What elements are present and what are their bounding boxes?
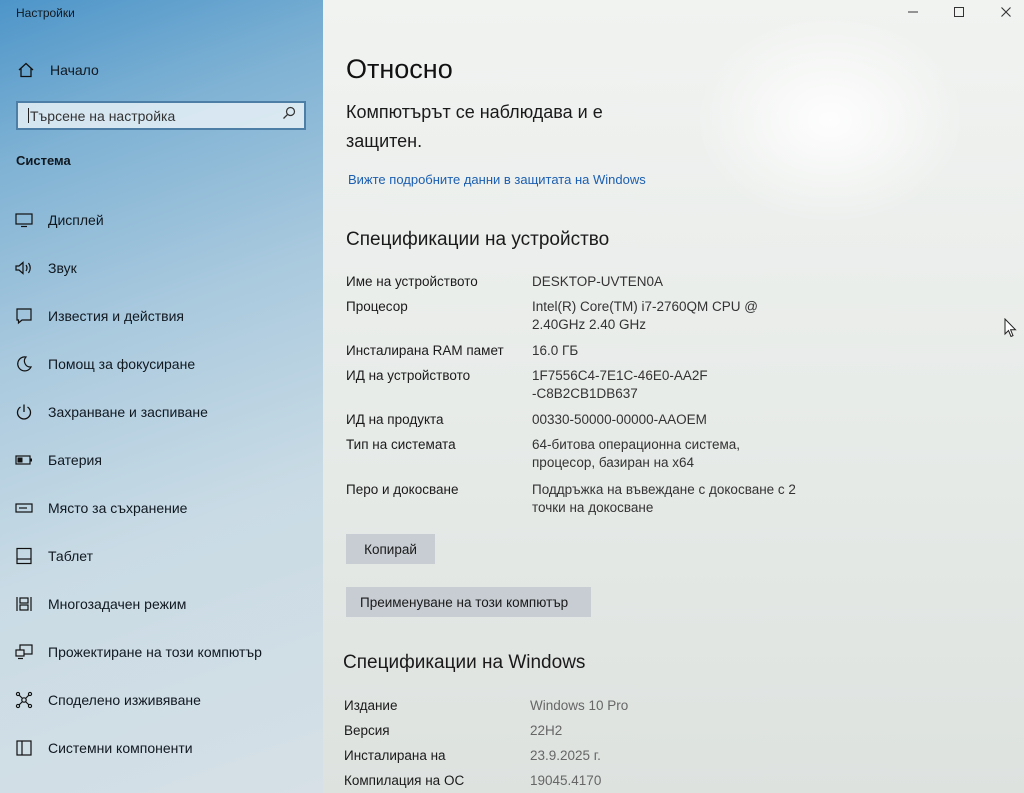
spec-label: Тип на системата [346, 437, 456, 452]
spec-value: 64-битова операционна система, процесор,… [532, 437, 741, 470]
spec-label: ИД на продукта [346, 412, 444, 427]
spec-value: 1F7556C4-7E1C-46E0-AA2F-C8B2CB1DB637 [532, 368, 708, 401]
security-details-link[interactable]: Вижте подробните данни в защитата на Win… [348, 172, 646, 187]
sidebar-item-system-components[interactable]: Системни компоненти [12, 724, 312, 772]
sidebar-item-label: Таблет [48, 548, 94, 564]
spec-value: Windows 10 Pro [530, 698, 629, 713]
sidebar-item-power-sleep[interactable]: Захранване и заспиване [12, 388, 312, 436]
spec-value: Поддръжка на въвеждане с докосване с 2 т… [532, 482, 796, 515]
sidebar-item-display[interactable]: Дисплей [12, 196, 312, 244]
home-label: Начало [50, 62, 99, 78]
spec-label: Версия [344, 723, 390, 738]
sidebar: Настройки Начало Търсене на настройка Си… [0, 0, 323, 793]
windows-specs-heading: Спецификации на Windows [343, 652, 586, 673]
spec-label: ИД на устройството [346, 368, 471, 383]
sidebar-item-label: Батерия [48, 452, 102, 468]
sidebar-item-label: Споделено изживяване [48, 692, 201, 708]
window-title: Настройки [16, 6, 75, 20]
tablet-icon [14, 546, 34, 566]
sidebar-item-notifications[interactable]: Известия и действия [12, 292, 312, 340]
components-icon [14, 738, 34, 758]
sidebar-item-label: Известия и действия [48, 308, 184, 324]
spec-value: 23.9.2025 г. [530, 748, 601, 763]
sound-icon [14, 258, 34, 278]
spec-label: Инсталирана RAM памет [346, 343, 504, 358]
search-input[interactable]: Търсене на настройка [28, 108, 282, 124]
spec-value: DESKTOP-UVTEN0A [532, 274, 664, 289]
storage-icon [14, 498, 34, 518]
sidebar-item-label: Помощ за фокусиране [48, 356, 196, 372]
search-box[interactable]: Търсене на настройка [16, 101, 306, 130]
about-page: Относно Компютърът се наблюдава и е защи… [343, 0, 986, 793]
sidebar-item-focus-assist[interactable]: Помощ за фокусиране [12, 340, 312, 388]
search-icon[interactable] [282, 106, 296, 125]
display-icon [14, 210, 34, 230]
spec-label: Издание [344, 698, 398, 713]
sidebar-item-sound[interactable]: Звук [12, 244, 312, 292]
sidebar-item-shared-experiences[interactable]: Споделено изживяване [12, 676, 312, 724]
spec-value: 00330-50000-00000-AAOEM [532, 412, 707, 427]
spec-label: Перо и докосване [346, 482, 459, 497]
sidebar-item-label: Място за съхранение [48, 500, 188, 516]
spec-label: Инсталирана на [344, 748, 446, 763]
moon-icon [14, 354, 34, 374]
copy-button[interactable]: Копирай [346, 534, 435, 564]
sidebar-item-label: Системни компоненти [48, 740, 193, 756]
spec-label: Компилация на ОС [344, 773, 465, 788]
rename-pc-button[interactable]: Преименуване на този компютър [346, 587, 591, 617]
page-title: Относно [346, 54, 453, 84]
shared-icon [14, 690, 34, 710]
sidebar-item-label: Захранване и заспиване [48, 404, 208, 420]
device-specs-heading: Спецификации на устройство [346, 229, 610, 250]
sidebar-item-projecting[interactable]: Прожектиране на този компютър [12, 628, 312, 676]
spec-label: Име на устройството [346, 274, 478, 289]
section-title-system: Система [16, 153, 71, 168]
sidebar-item-battery[interactable]: Батерия [12, 436, 312, 484]
spec-label: Процесор [346, 299, 408, 314]
protection-status: Компютърът се наблюдава и е защитен. [346, 102, 603, 151]
battery-icon [14, 450, 34, 470]
power-icon [14, 402, 34, 422]
sidebar-item-label: Звук [48, 260, 77, 276]
spec-value: 16.0 ГБ [532, 343, 579, 358]
sidebar-item-label: Многозадачен режим [48, 596, 187, 612]
spec-value: 22H2 [530, 723, 563, 738]
settings-window: Настройки Начало Търсене на настройка Си… [0, 0, 1024, 793]
home-icon [16, 60, 36, 80]
sidebar-item-multitasking[interactable]: Многозадачен режим [12, 580, 312, 628]
spec-value: 19045.4170 [530, 773, 602, 788]
sidebar-item-label: Дисплей [48, 212, 104, 228]
mouse-cursor-icon [1004, 317, 1018, 343]
close-icon [1001, 7, 1011, 17]
sidebar-item-label: Прожектиране на този компютър [48, 644, 262, 660]
multitasking-icon [14, 594, 34, 614]
spec-value: Intel(R) Core(TM) i7-2760QM CPU @ 2.40GH… [532, 299, 758, 332]
sidebar-item-tablet[interactable]: Таблет [12, 532, 312, 580]
home-nav-item[interactable]: Начало [16, 59, 99, 81]
notifications-icon [14, 306, 34, 326]
sidebar-item-storage[interactable]: Място за съхранение [12, 484, 312, 532]
sidebar-nav: Дисплей Звук Известия и действия Помощ з… [12, 196, 312, 772]
close-button[interactable] [993, 2, 1019, 22]
projecting-icon [14, 642, 34, 662]
